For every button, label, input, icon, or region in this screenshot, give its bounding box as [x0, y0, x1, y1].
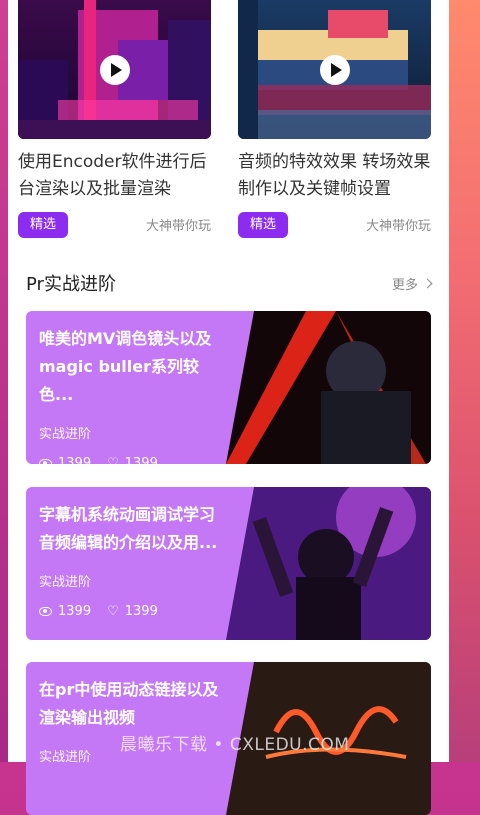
- course-title[interactable]: 唯美的MV调色镜头以及magic buller系列较色...: [39, 325, 224, 409]
- play-icon[interactable]: [99, 54, 130, 85]
- section-header: Pr实战进阶 更多: [26, 268, 433, 298]
- course-title[interactable]: 字幕机系统动画调试学习音频编辑的介绍以及用...: [39, 501, 224, 557]
- video-thumbnail[interactable]: [238, 0, 431, 139]
- course-title[interactable]: 在pr中使用动态链接以及渲染输出视频: [39, 676, 224, 732]
- video-thumbnail[interactable]: [18, 0, 211, 139]
- course-image: [226, 487, 431, 640]
- author-name: 大神带你玩: [145, 219, 211, 234]
- video-title[interactable]: 使用Encoder软件进行后台渲染以及批量渲染: [18, 149, 211, 203]
- like-count: 1399: [124, 604, 158, 619]
- eye-icon: [39, 607, 52, 616]
- course-card-1[interactable]: 唯美的MV调色镜头以及magic buller系列较色... 实战进阶 1399…: [26, 311, 431, 464]
- heart-icon: ♡: [107, 456, 119, 464]
- author-name: 大神带你玩: [365, 219, 431, 234]
- left-background: [0, 0, 8, 762]
- course-card-2[interactable]: 字幕机系统动画调试学习音频编辑的介绍以及用... 实战进阶 1399 ♡ 139…: [26, 487, 431, 640]
- play-icon[interactable]: [319, 54, 350, 85]
- video-title[interactable]: 音频的特效效果 转场效果制作以及关键帧设置: [238, 149, 431, 203]
- chevron-right-icon: [422, 278, 433, 288]
- video-card-1[interactable]: 使用Encoder软件进行后台渲染以及批量渲染 精选 大神带你玩: [18, 0, 211, 238]
- section-title: Pr实战进阶: [26, 270, 116, 296]
- view-count: 1399: [58, 604, 92, 619]
- more-link[interactable]: 更多: [391, 274, 433, 293]
- more-label: 更多: [391, 277, 418, 293]
- view-count: 1399: [58, 456, 92, 464]
- heart-icon: ♡: [107, 604, 119, 619]
- eye-icon: [39, 459, 52, 464]
- content-panel: 使用Encoder软件进行后台渲染以及批量渲染 精选 大神带你玩 音频的特效效果…: [8, 0, 449, 815]
- video-card-2[interactable]: 音频的特效效果 转场效果制作以及关键帧设置 精选 大神带你玩: [238, 0, 431, 238]
- watermark-text: 晨曦乐下载 • CXLEDU.COM: [120, 735, 350, 755]
- featured-badge: 精选: [238, 211, 289, 238]
- right-background: [449, 0, 480, 762]
- course-tag: 实战进阶: [39, 427, 92, 442]
- featured-badge: 精选: [18, 211, 69, 238]
- course-tag: 实战进阶: [39, 575, 92, 590]
- like-count: 1399: [124, 456, 158, 464]
- course-image: [226, 311, 431, 464]
